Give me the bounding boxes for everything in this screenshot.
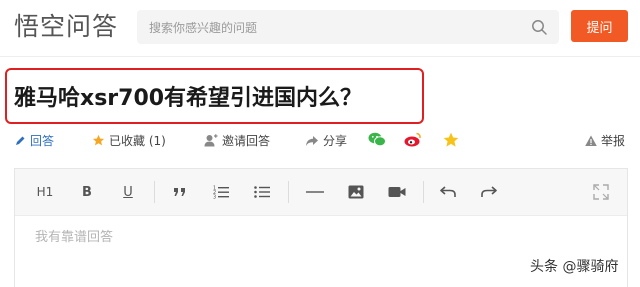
wechat-icon	[368, 132, 386, 147]
bold-icon: B	[82, 184, 92, 200]
pencil-icon	[16, 136, 25, 145]
heading-button[interactable]: H1	[35, 182, 55, 202]
weibo-icon	[404, 132, 421, 147]
toolbar-separator	[154, 181, 155, 203]
bold-button[interactable]: B	[77, 182, 97, 202]
redo-button[interactable]	[479, 182, 499, 202]
question-actions: 回答 已收藏 (1) 邀请回答 分享 举报	[0, 128, 640, 154]
top-header: 悟空问答 提问	[0, 0, 640, 56]
answer-button[interactable]: 回答	[14, 132, 54, 149]
question-title: 雅马哈xsr700有希望引进国内么？	[14, 86, 363, 111]
image-icon	[348, 185, 364, 199]
undo-icon	[440, 186, 456, 197]
invite-answer-button[interactable]: 邀请回答	[204, 132, 270, 149]
site-logo[interactable]: 悟空问答	[14, 10, 118, 44]
search-input[interactable]	[147, 10, 521, 46]
ordered-list-icon: 1 2 3	[213, 186, 229, 200]
underline-icon: U	[123, 184, 133, 200]
share-weibo-button[interactable]	[404, 132, 422, 147]
report-button[interactable]: 举报	[585, 132, 625, 149]
quote-button[interactable]	[170, 182, 190, 202]
collect-label: 已收藏 (1)	[109, 134, 166, 148]
collect-button[interactable]: 已收藏 (1)	[92, 132, 166, 149]
redo-icon	[481, 186, 497, 197]
fullscreen-button[interactable]	[591, 182, 611, 202]
answer-label: 回答	[30, 134, 55, 148]
editor-placeholder[interactable]: 我有靠谱回答	[35, 226, 113, 245]
bullet-list-button[interactable]	[252, 182, 272, 202]
warning-icon	[585, 135, 597, 146]
ask-question-button[interactable]: 提问	[571, 10, 628, 42]
toolbar-separator	[423, 181, 424, 203]
share-qzone-button[interactable]	[443, 132, 459, 148]
undo-button[interactable]	[438, 182, 458, 202]
bullet-list-icon	[254, 186, 270, 198]
underline-button[interactable]: U	[118, 182, 138, 202]
share-button[interactable]: 分享	[305, 132, 347, 149]
ordered-list-button[interactable]: 1 2 3	[211, 182, 231, 202]
divider-button[interactable]	[305, 182, 325, 202]
report-label: 举报	[601, 134, 626, 148]
toolbar-separator	[288, 181, 289, 203]
star-icon	[92, 134, 105, 146]
svg-text:3: 3	[213, 195, 216, 200]
editor-toolbar: H1 B U 1 2 3	[15, 169, 627, 216]
source-watermark: 头条 @骤骑府	[530, 259, 619, 275]
quote-icon	[174, 188, 185, 196]
invite-label: 邀请回答	[222, 134, 271, 148]
fullscreen-icon	[593, 184, 609, 200]
favorite-star-icon	[443, 132, 459, 147]
search-icon[interactable]	[531, 19, 547, 35]
video-icon	[388, 187, 406, 197]
search-box[interactable]	[137, 10, 559, 46]
share-arrow-icon	[306, 135, 318, 146]
video-button[interactable]	[387, 182, 407, 202]
heading-icon: H1	[36, 185, 54, 199]
share-wechat-button[interactable]	[368, 132, 386, 147]
image-button[interactable]	[346, 182, 366, 202]
share-label: 分享	[323, 134, 348, 148]
horizontal-rule-icon	[306, 191, 324, 193]
header-divider	[0, 56, 640, 57]
invite-user-icon	[204, 134, 218, 147]
